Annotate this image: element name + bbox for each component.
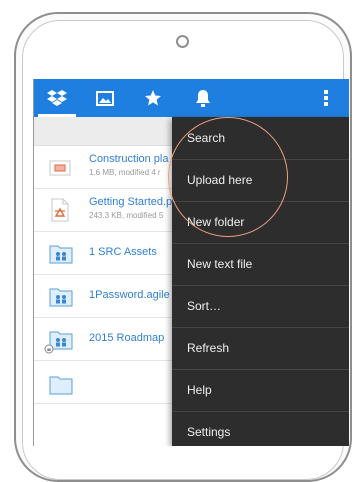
folder-name: 1 SRC Assets <box>89 246 157 258</box>
camera-icon <box>176 35 189 48</box>
shared-folder-icon <box>49 285 73 307</box>
folder-name: 2015 Roadmap <box>89 332 165 344</box>
app-screen: Construction pla 1.6 MB, modified 4 r Ge… <box>33 79 349 446</box>
favorites-star-icon[interactable] <box>134 79 172 117</box>
menu-item-label: New folder <box>187 215 245 229</box>
overflow-menu-icon[interactable] <box>316 79 336 117</box>
photos-icon[interactable] <box>86 79 124 117</box>
file-name: Construction pla <box>89 153 169 165</box>
file-name: Getting Started.p <box>89 196 173 208</box>
folder-icon <box>49 373 73 395</box>
menu-item-label: Settings <box>187 425 231 439</box>
pdf-file-icon <box>49 198 71 222</box>
presentation-file-icon <box>49 157 71 179</box>
menu-item-label: Help <box>187 383 212 397</box>
menu-item-label: New text file <box>187 257 253 271</box>
file-meta: 243.3 KB, modified 5 <box>89 211 164 220</box>
menu-item-upload-here[interactable]: Upload here <box>172 159 349 202</box>
notifications-bell-icon[interactable] <box>184 79 222 117</box>
file-meta: 1.6 MB, modified 4 r <box>89 168 161 177</box>
menu-item-help[interactable]: Help <box>172 369 349 412</box>
app-toolbar <box>34 79 349 117</box>
dropbox-icon[interactable] <box>38 79 76 117</box>
menu-item-sort[interactable]: Sort… <box>172 285 349 328</box>
menu-item-new-folder[interactable]: New folder <box>172 201 349 244</box>
shared-folder-icon <box>49 242 73 264</box>
menu-item-label: Search <box>187 131 226 145</box>
menu-item-new-text-file[interactable]: New text file <box>172 243 349 286</box>
menu-item-label: Sort… <box>187 299 222 313</box>
menu-item-settings[interactable]: Settings <box>172 411 349 446</box>
menu-item-label: Upload here <box>187 173 253 187</box>
overflow-menu: Search Upload here New folder New text f… <box>172 117 349 446</box>
menu-item-refresh[interactable]: Refresh <box>172 327 349 370</box>
folder-name: 1Password.agile <box>89 289 170 301</box>
locked-shared-folder-icon <box>44 328 74 354</box>
menu-item-label: Refresh <box>187 341 230 355</box>
menu-item-search[interactable]: Search <box>172 117 349 160</box>
